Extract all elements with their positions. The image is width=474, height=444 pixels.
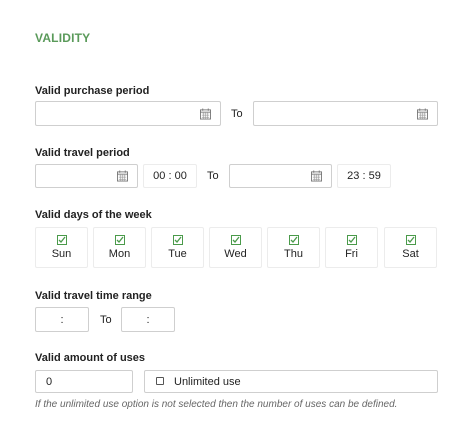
day-label: Sun	[51, 248, 72, 260]
time-range-label: Valid travel time range	[35, 290, 152, 302]
purchase-to-date-field[interactable]	[253, 101, 438, 126]
calendar-icon[interactable]	[311, 170, 322, 182]
check-icon	[230, 235, 241, 245]
day-toggle-wed[interactable]: Wed	[209, 227, 262, 268]
section-title: VALIDITY	[35, 31, 91, 45]
check-icon	[172, 235, 183, 245]
time-range-from-value: :	[60, 313, 64, 326]
day-toggle-sat[interactable]: Sat	[384, 227, 437, 268]
day-label: Mon	[108, 248, 131, 260]
unlimited-use-checkbox[interactable]	[156, 377, 164, 385]
purchase-period-label: Valid purchase period	[35, 85, 150, 97]
uses-label: Valid amount of uses	[35, 352, 146, 364]
day-toggle-thu[interactable]: Thu	[267, 227, 320, 268]
time-range-to-field[interactable]: :	[121, 307, 175, 332]
unlimited-use-label: Unlimited use	[174, 376, 241, 388]
travel-from-time-value: 00 : 00	[153, 170, 187, 182]
check-icon	[288, 235, 299, 245]
time-range-from-field[interactable]: :	[35, 307, 89, 332]
check-icon	[405, 235, 416, 245]
uses-amount-field[interactable]: 0	[35, 370, 133, 393]
travel-to-time-field[interactable]: 23 : 59	[337, 164, 391, 188]
check-icon	[346, 235, 357, 245]
travel-to-time-value: 23 : 59	[347, 170, 381, 182]
travel-to-date-field[interactable]	[229, 164, 332, 188]
calendar-icon[interactable]	[417, 108, 428, 119]
day-toggle-fri[interactable]: Fri	[325, 227, 378, 268]
travel-period-label: Valid travel period	[35, 147, 130, 159]
days-label: Valid days of the week	[35, 209, 152, 221]
day-toggle-sun[interactable]: Sun	[35, 227, 88, 268]
travel-from-time-field[interactable]: 00 : 00	[143, 164, 197, 188]
day-toggle-tue[interactable]: Tue	[151, 227, 204, 268]
time-range-to-value: :	[146, 313, 150, 326]
purchase-from-date-field[interactable]	[35, 101, 221, 126]
check-icon	[56, 235, 67, 245]
day-label: Thu	[284, 248, 303, 260]
purchase-to-label: To	[231, 108, 243, 120]
calendar-icon[interactable]	[200, 108, 211, 119]
day-label: Fri	[345, 248, 358, 260]
uses-amount-value: 0	[46, 376, 53, 388]
unlimited-use-option[interactable]: Unlimited use	[144, 370, 438, 393]
uses-hint: If the unlimited use option is not selec…	[35, 399, 398, 410]
day-toggle-mon[interactable]: Mon	[93, 227, 146, 268]
check-icon	[114, 235, 125, 245]
calendar-icon[interactable]	[117, 170, 128, 182]
day-label: Sat	[402, 248, 419, 260]
travel-to-label: To	[207, 170, 219, 182]
day-label: Wed	[224, 248, 247, 260]
time-range-to-label: To	[100, 314, 112, 326]
travel-from-date-field[interactable]	[35, 164, 138, 188]
day-label: Tue	[168, 248, 187, 260]
